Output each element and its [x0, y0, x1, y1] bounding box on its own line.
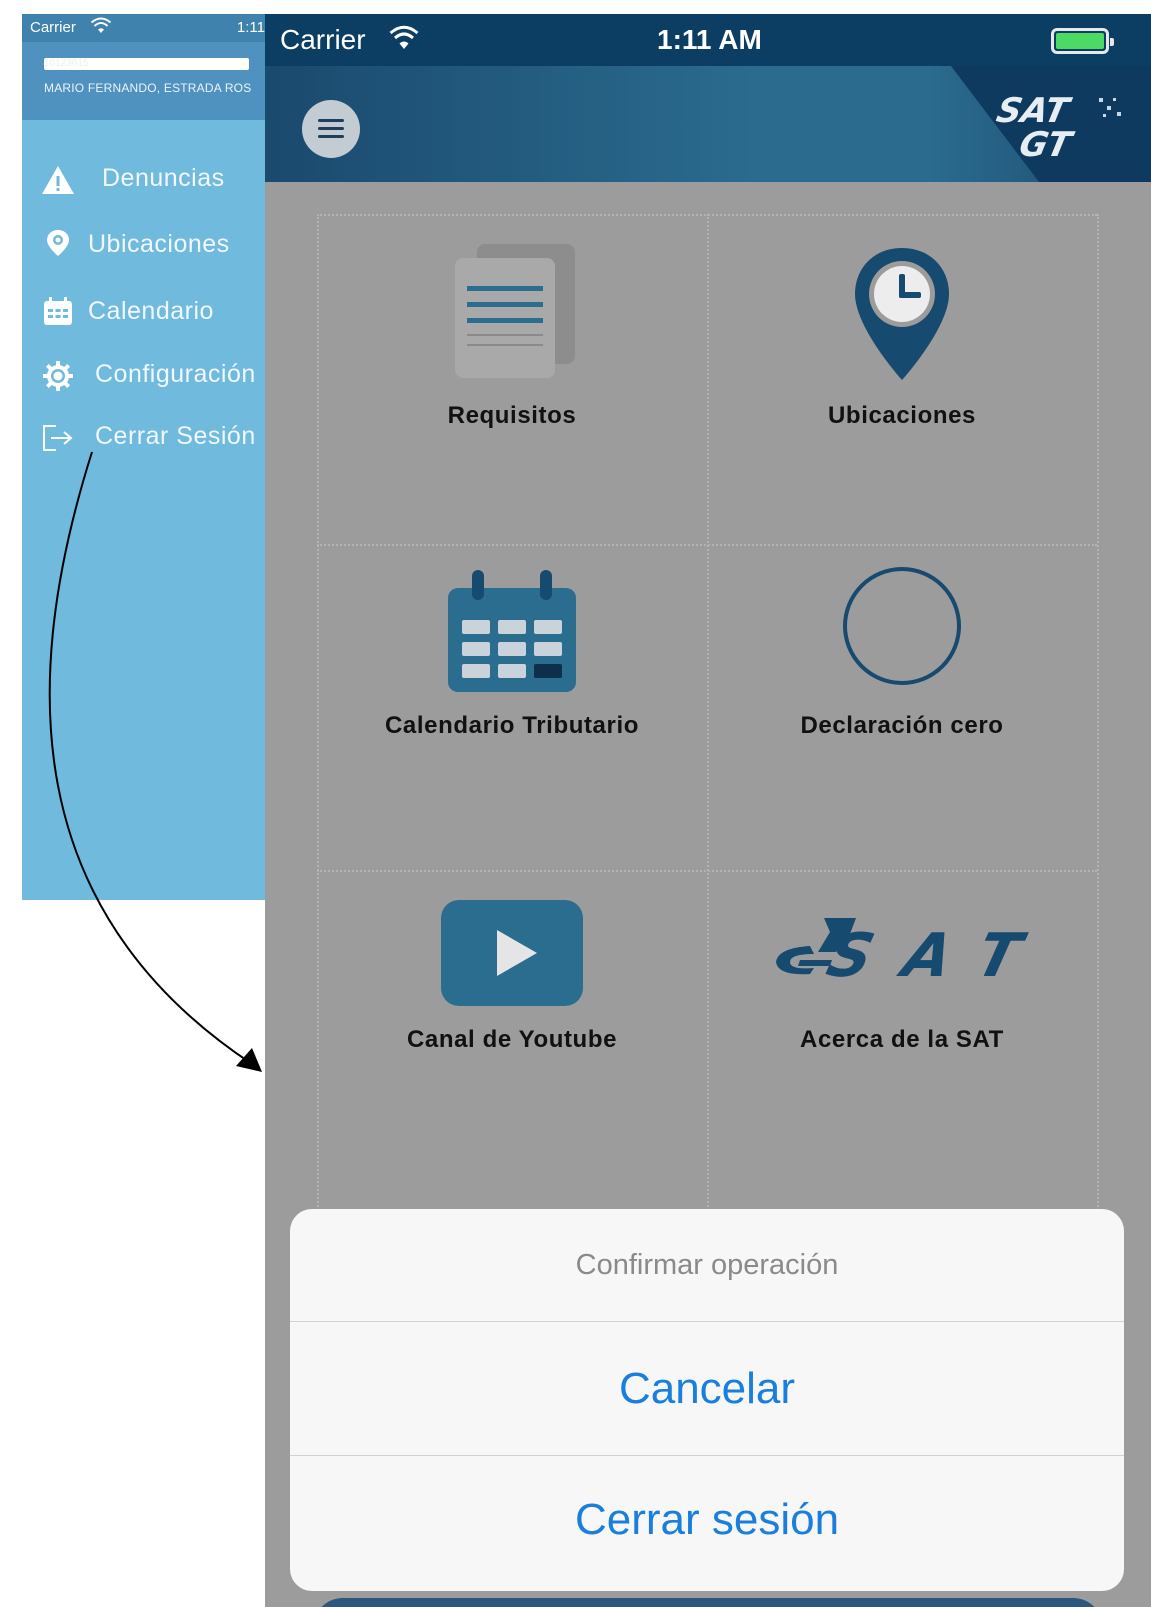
documents-icon	[455, 244, 575, 378]
drawer-time-label: 1:11	[236, 19, 265, 36]
drawer-item-configuracion[interactable]: Configuración	[22, 350, 265, 400]
logout-icon	[40, 420, 76, 456]
drawer-item-label: Cerrar Sesión	[95, 422, 256, 450]
side-drawer: Carrier 1:11 10123615 MARIO FERNANDO, ES…	[22, 14, 265, 900]
drawer-item-label: Calendario	[88, 297, 214, 325]
bottom-button-strip	[313, 1598, 1103, 1607]
time-label: 1:11 AM	[657, 24, 762, 55]
calendar-icon	[448, 570, 576, 692]
tile-calendario-tributario[interactable]: Calendario Tributario	[317, 544, 707, 870]
tile-label: Ubicaciones	[828, 402, 976, 429]
action-sheet-title: Confirmar operación	[575, 1249, 839, 1281]
grid-divider	[1097, 214, 1099, 1214]
hamburger-menu-button[interactable]	[302, 100, 360, 158]
logout-confirm-button[interactable]: Cerrar sesión	[290, 1456, 1124, 1591]
youtube-play-icon	[441, 900, 583, 1006]
drawer-item-denuncias[interactable]: Denuncias	[22, 154, 265, 204]
drawer-item-label: Configuración	[95, 360, 256, 388]
map-pin-clock-icon	[855, 248, 949, 380]
user-id-redacted: 10123615	[44, 58, 249, 70]
tile-acerca-sat[interactable]: SAT Acerca de la SAT	[707, 870, 1097, 1200]
drawer-item-cerrar-sesion[interactable]: Cerrar Sesión	[22, 412, 265, 462]
gear-icon	[40, 358, 76, 394]
circle-icon	[843, 567, 961, 685]
drawer-item-label: Ubicaciones	[88, 230, 230, 258]
status-bar: Carrier 1:11 AM	[265, 14, 1151, 66]
tile-label: Acerca de la SAT	[800, 1026, 1004, 1053]
drawer-status-bar: Carrier 1:11	[22, 14, 265, 42]
drawer-item-ubicaciones[interactable]: Ubicaciones	[22, 220, 265, 270]
tile-label: Declaración cero	[800, 712, 1004, 739]
tile-declaracion-cero[interactable]: Declaración cero	[707, 544, 1097, 870]
tile-ubicaciones[interactable]: Ubicaciones	[707, 214, 1097, 544]
sat-gt-logo: SAT GT	[993, 91, 1121, 164]
drawer-carrier-label: Carrier	[30, 19, 76, 36]
battery-icon	[1051, 28, 1114, 54]
cancel-button[interactable]: Cancelar	[290, 1322, 1124, 1455]
location-pin-icon	[40, 228, 76, 264]
tile-label: Requisitos	[447, 402, 577, 429]
svg-text:SAT: SAT	[820, 921, 1032, 986]
carrier-label: Carrier	[280, 24, 366, 55]
svg-text:GT: GT	[1016, 125, 1077, 164]
calendar-icon	[40, 295, 76, 331]
drawer-item-calendario[interactable]: Calendario	[22, 287, 265, 337]
sat-logo: SAT	[776, 918, 1032, 986]
tile-canal-youtube[interactable]: Canal de Youtube	[317, 870, 707, 1200]
wifi-icon	[90, 16, 112, 40]
action-sheet: Confirmar operación Cancelar Cerrar sesi…	[290, 1209, 1124, 1591]
wifi-icon	[389, 24, 419, 57]
warning-icon	[40, 162, 76, 198]
tile-requisitos[interactable]: Requisitos	[317, 214, 707, 544]
drawer-user-header: 10123615 MARIO FERNANDO, ESTRADA ROS	[22, 42, 265, 120]
main-screen: Carrier 1:11 AM SAT GT Requisitos Ubicac…	[265, 14, 1151, 1607]
tile-label: Canal de Youtube	[406, 1026, 618, 1053]
nav-bar: SAT GT	[265, 66, 1151, 182]
tile-label: Calendario Tributario	[385, 712, 639, 739]
drawer-item-label: Denuncias	[102, 164, 225, 192]
user-name: MARIO FERNANDO, ESTRADA ROS	[44, 81, 252, 95]
